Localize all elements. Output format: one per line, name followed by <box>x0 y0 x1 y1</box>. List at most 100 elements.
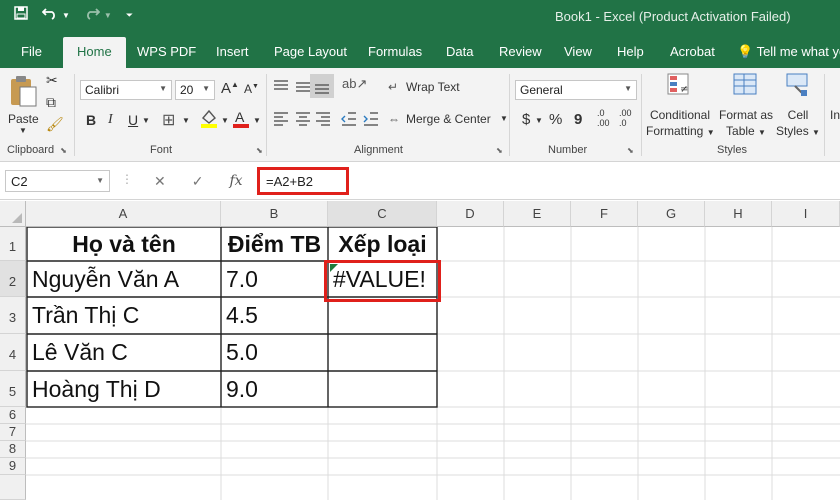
format-painter-icon[interactable]: 🖌 <box>46 116 64 133</box>
row-header-2[interactable]: 2 <box>0 261 26 297</box>
tab-data[interactable]: Data <box>446 44 473 59</box>
enter-icon[interactable]: ✓ <box>192 173 204 190</box>
font-color-icon[interactable]: A <box>232 108 250 131</box>
column-header-i[interactable]: I <box>772 201 840 227</box>
formula-input[interactable]: =A2+B2 <box>257 167 349 195</box>
conditional-formatting-button[interactable]: ≠ Conditional Formatting ▼ <box>646 72 715 142</box>
cell-a2[interactable]: Nguyễn Văn A <box>27 262 179 293</box>
separator <box>266 74 267 156</box>
currency-button[interactable]: $ <box>522 111 530 128</box>
name-box[interactable]: C2 ▼ <box>5 170 110 192</box>
tab-help[interactable]: Help <box>617 44 644 59</box>
tab-acrobat[interactable]: Acrobat <box>670 44 715 59</box>
underline-dropdown-icon[interactable]: ▼ <box>142 116 150 125</box>
underline-button[interactable]: U <box>128 112 138 128</box>
clipboard-dialog-launcher-icon[interactable]: ⬊ <box>60 146 67 155</box>
fill-color-dropdown-icon[interactable]: ▼ <box>221 116 229 125</box>
decrease-indent-icon[interactable] <box>340 110 358 128</box>
insert-cells-button[interactable]: In <box>830 108 840 122</box>
redo-dropdown-icon[interactable]: ▼ <box>104 11 112 20</box>
comma-button[interactable]: 9 <box>574 111 582 128</box>
italic-button[interactable]: I <box>108 112 113 128</box>
shrink-font-icon[interactable]: A▼ <box>244 82 259 96</box>
borders-dropdown-icon[interactable]: ▼ <box>182 116 190 125</box>
insert-function-icon[interactable]: fx <box>229 173 242 189</box>
column-header-e[interactable]: E <box>504 201 571 227</box>
name-box-value: C2 <box>11 174 28 189</box>
tab-page-layout[interactable]: Page Layout <box>274 44 347 59</box>
align-bottom-icon[interactable] <box>310 74 334 98</box>
undo-dropdown-icon[interactable]: ▼ <box>62 11 70 20</box>
align-top-icon[interactable] <box>272 78 290 96</box>
tab-formulas[interactable]: Formulas <box>368 44 422 59</box>
tab-file[interactable]: File <box>21 44 42 59</box>
font-family-select[interactable]: Calibri ▼ <box>80 80 172 100</box>
cell-b5[interactable]: 9.0 <box>221 372 258 403</box>
tell-me-search[interactable]: 💡 Tell me what yo <box>737 44 840 60</box>
column-header-c[interactable]: C <box>328 201 437 227</box>
number-dialog-launcher-icon[interactable]: ⬊ <box>627 146 634 155</box>
cancel-icon[interactable]: ✕ <box>154 173 166 190</box>
row-header-9[interactable]: 9 <box>0 458 26 475</box>
copy-icon[interactable]: ⧉ <box>46 94 56 111</box>
orientation-icon[interactable]: ab↗ <box>342 76 367 92</box>
row-header-7[interactable]: 7 <box>0 424 26 441</box>
tab-insert[interactable]: Insert <box>216 44 249 59</box>
cell-c1[interactable]: Xếp loại <box>328 227 437 258</box>
font-color-dropdown-icon[interactable]: ▼ <box>253 116 261 125</box>
row-header-1[interactable]: 1 <box>0 227 26 261</box>
paste-dropdown-icon[interactable]: ▼ <box>19 126 27 135</box>
column-header-h[interactable]: H <box>705 201 772 227</box>
error-indicator-icon[interactable] <box>330 264 338 272</box>
tab-wps-pdf[interactable]: WPS PDF <box>137 44 196 59</box>
align-left-icon[interactable] <box>272 110 290 128</box>
column-header-g[interactable]: G <box>638 201 705 227</box>
bold-button[interactable]: B <box>86 112 96 128</box>
cell-a3[interactable]: Trần Thị C <box>27 298 139 329</box>
align-right-icon[interactable] <box>314 110 332 128</box>
font-size-select[interactable]: 20 ▼ <box>175 80 215 100</box>
row-header-4[interactable]: 4 <box>0 334 26 371</box>
row-header-8[interactable]: 8 <box>0 441 26 458</box>
row-header-6[interactable]: 6 <box>0 407 26 424</box>
paste-button[interactable]: Paste ▼ <box>6 74 40 135</box>
cell-a4[interactable]: Lê Văn C <box>27 335 128 366</box>
select-all-button[interactable] <box>0 201 26 227</box>
tab-home[interactable]: Home <box>63 37 126 68</box>
row-header-5[interactable]: 5 <box>0 371 26 407</box>
cell-b1[interactable]: Điểm TB <box>221 227 328 258</box>
column-header-a[interactable]: A <box>26 201 221 227</box>
save-icon[interactable] <box>14 6 28 24</box>
currency-dropdown-icon[interactable]: ▼ <box>535 116 543 125</box>
undo-icon[interactable] <box>41 6 58 24</box>
font-dialog-launcher-icon[interactable]: ⬊ <box>256 146 263 155</box>
decrease-decimal-button[interactable]: .00.0 <box>619 108 632 128</box>
row-header-10[interactable] <box>0 475 26 500</box>
fill-color-icon[interactable] <box>199 108 219 131</box>
cell-b2[interactable]: 7.0 <box>221 262 258 293</box>
cut-icon[interactable]: ✂ <box>46 72 58 89</box>
grow-font-icon[interactable]: A▲ <box>221 80 239 97</box>
tab-view[interactable]: View <box>564 44 592 59</box>
align-center-icon[interactable] <box>294 110 312 128</box>
cell-styles-button[interactable]: Cell Styles ▼ <box>776 72 820 142</box>
row-header-3[interactable]: 3 <box>0 297 26 334</box>
borders-icon[interactable]: ⊞ <box>162 110 175 130</box>
column-header-b[interactable]: B <box>221 201 328 227</box>
formula-bar-handle-icon[interactable]: ⋮ <box>121 172 133 186</box>
column-header-f[interactable]: F <box>571 201 638 227</box>
tab-review[interactable]: Review <box>499 44 542 59</box>
percent-button[interactable]: % <box>549 111 562 128</box>
cell-b3[interactable]: 4.5 <box>221 298 258 329</box>
redo-icon[interactable] <box>84 6 101 24</box>
increase-indent-icon[interactable] <box>362 110 380 128</box>
column-header-d[interactable]: D <box>437 201 504 227</box>
format-as-table-button[interactable]: Format as Table ▼ <box>716 72 776 142</box>
increase-decimal-button[interactable]: .0.00 <box>597 108 610 128</box>
customize-qat-icon[interactable]: ⏷ <box>126 10 133 21</box>
cell-a1[interactable]: Họ và tên <box>27 227 221 258</box>
alignment-dialog-launcher-icon[interactable]: ⬊ <box>496 146 503 155</box>
number-format-select[interactable]: General ▼ <box>515 80 637 100</box>
cell-b4[interactable]: 5.0 <box>221 335 258 366</box>
cell-a5[interactable]: Hoàng Thị D <box>27 372 161 403</box>
